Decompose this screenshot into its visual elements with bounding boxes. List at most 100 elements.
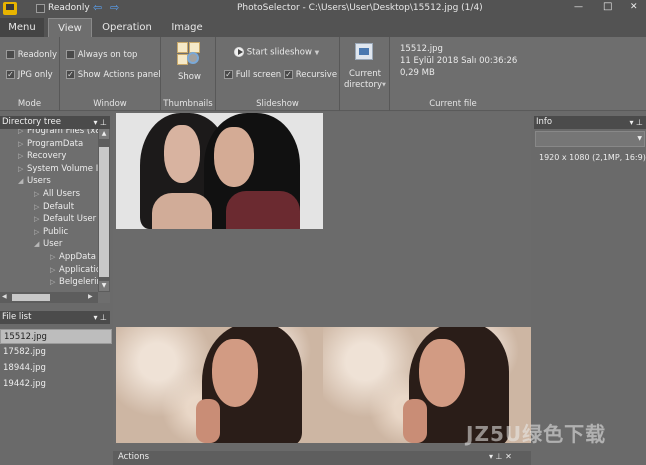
directory-tree-header: Directory tree ▾ ⊥: [0, 116, 110, 129]
tree-expand-arrow-icon[interactable]: ▷: [34, 213, 43, 225]
directory-tree-title: Directory tree: [2, 117, 61, 127]
tree-item[interactable]: ▷ Default User: [34, 213, 96, 225]
readonly-option[interactable]: Readonly: [6, 50, 57, 60]
info-panel: ▼ 1920 x 1080 (2,1MP, 16:9): [534, 129, 646, 465]
tree-expand-arrow-icon[interactable]: ▷: [18, 163, 27, 175]
tree-expand-arrow-icon[interactable]: ▷: [18, 129, 27, 137]
full-screen-option[interactable]: Full screen: [224, 70, 281, 80]
jpg-only-option[interactable]: JPG only: [6, 70, 53, 80]
list-item[interactable]: 19442.jpg: [0, 377, 112, 392]
directory-tree[interactable]: ▷ Program Files (x86) ▷ ProgramData ▷ Recover…: [0, 129, 110, 303]
watermark: JZ5U绿色下载: [466, 422, 607, 446]
tree-item-label: Default User: [43, 214, 97, 225]
close-button[interactable]: ✕: [630, 2, 638, 12]
tree-item[interactable]: ▷System Volume Information: [18, 163, 110, 175]
tree-expand-arrow-icon[interactable]: ▷: [34, 188, 43, 200]
panel-menu-pin-icon[interactable]: ▾ ⊥: [93, 116, 107, 129]
horizontal-scroll-thumb[interactable]: [12, 294, 50, 301]
tree-expand-arrow-icon[interactable]: ▷: [18, 150, 27, 162]
tree-item-label: AppData: [59, 252, 96, 262]
tree-item-label: All Users: [43, 189, 81, 199]
readonly-option-checkbox[interactable]: [6, 50, 15, 59]
window-group: Always on top Show Actions panel Window: [60, 37, 161, 111]
thumbnail-image[interactable]: [116, 327, 323, 443]
info-select[interactable]: ▼: [535, 131, 645, 147]
recursive-option[interactable]: Recursive: [284, 70, 337, 80]
tree-item[interactable]: ▷ Recovery: [18, 150, 66, 162]
tree-expand-arrow-icon[interactable]: ▷: [50, 264, 59, 276]
tree-item[interactable]: ▷ Public: [34, 226, 68, 238]
info-pin-icon[interactable]: ▾ ⊥: [629, 116, 643, 129]
scroll-left-icon[interactable]: ◀: [2, 293, 7, 300]
tree-item[interactable]: ▷ Program Files (x86): [18, 129, 109, 137]
minimize-button[interactable]: —: [574, 2, 583, 12]
always-on-top-checkbox[interactable]: [66, 50, 75, 59]
tree-item[interactable]: ◢ Users: [18, 175, 51, 187]
list-item[interactable]: 18944.jpg: [0, 361, 112, 376]
tree-item-label: Default: [43, 201, 75, 212]
thumbnails-group: Show Thumbnails: [161, 37, 216, 111]
list-item[interactable]: 15512.jpg: [0, 329, 112, 344]
tree-expand-arrow-icon[interactable]: ▷: [34, 201, 43, 213]
always-on-top-option[interactable]: Always on top: [66, 50, 137, 60]
tree-item[interactable]: ▷ ProgramData: [18, 138, 83, 150]
scroll-up-icon[interactable]: ▲: [99, 129, 109, 139]
ribbon: Readonly JPG only Mode Always on top Sho…: [0, 37, 646, 111]
tab-image[interactable]: Image: [162, 18, 212, 37]
slideshow-group-label: Slideshow: [256, 99, 299, 109]
full-screen-label: Full screen: [235, 70, 282, 80]
current-directory-group[interactable]: Current directory ▼: [340, 37, 390, 111]
jpg-only-checkbox[interactable]: [6, 70, 15, 79]
folder-image-icon: [355, 43, 373, 60]
show-actions-option[interactable]: Show Actions panel: [66, 70, 161, 80]
tree-item[interactable]: ▷ All Users: [34, 188, 80, 200]
tab-operation[interactable]: Operation: [96, 18, 158, 37]
start-slideshow-button[interactable]: Start slideshow ▼: [234, 47, 319, 58]
maximize-button[interactable]: □: [603, 1, 612, 12]
tree-item-label: ProgramData: [27, 138, 84, 149]
tree-vertical-scrollbar[interactable]: ▲ ▼: [98, 129, 110, 292]
file-list-pin-icon[interactable]: ▾ ⊥: [93, 311, 107, 324]
forward-arrow-icon[interactable]: ⇨: [110, 1, 119, 14]
file-size: 0,29 MB: [400, 68, 435, 78]
scroll-right-icon[interactable]: ▶: [88, 293, 93, 300]
tree-horizontal-scrollbar[interactable]: ◀ ▶: [0, 292, 98, 303]
actions-pin-icon[interactable]: ▾ ⊥ ✕: [489, 452, 512, 461]
tree-item[interactable]: ▷ AppData: [50, 251, 96, 263]
tab-view[interactable]: View: [48, 18, 92, 37]
show-actions-checkbox[interactable]: [66, 70, 75, 79]
actions-title: Actions: [118, 452, 150, 462]
thumbnails-show-icon[interactable]: [177, 42, 201, 66]
thumbnails-show-button[interactable]: Show: [178, 72, 201, 82]
file-name: 15512.jpg: [400, 44, 443, 54]
tree-item-label: Users: [27, 176, 51, 187]
list-item[interactable]: 17582.jpg: [0, 345, 112, 360]
scroll-down-icon[interactable]: ▼: [99, 281, 109, 291]
tree-expand-arrow-icon[interactable]: ◢: [34, 238, 43, 250]
tree-expand-arrow-icon[interactable]: ▷: [50, 276, 59, 288]
tab-menu[interactable]: Menu: [0, 18, 44, 37]
app-icon: [3, 2, 17, 15]
title-bar: Readonly ⇦ ⇨ PhotoSelector - C:\Users\Us…: [0, 0, 646, 18]
readonly-checkbox[interactable]: [36, 4, 45, 13]
file-list[interactable]: 15512.jpg 17582.jpg 18944.jpg 19442.jpg: [0, 325, 112, 465]
scroll-thumb[interactable]: [99, 147, 109, 277]
slideshow-group: Start slideshow ▼ Full screen Recursive …: [216, 37, 340, 111]
mode-group-label: Mode: [17, 99, 42, 109]
tree-item[interactable]: ▷ Default: [34, 201, 74, 213]
tree-item[interactable]: ▷ Belgelerim: [50, 276, 105, 288]
tree-expand-arrow-icon[interactable]: ◢: [18, 175, 27, 187]
tree-item-label: Public: [43, 226, 69, 237]
back-arrow-icon[interactable]: ⇦: [93, 1, 102, 14]
recursive-checkbox[interactable]: [284, 70, 293, 79]
info-select-chevron-icon: ▼: [637, 135, 642, 142]
readonly-label: Readonly: [48, 3, 90, 13]
info-title: Info: [536, 117, 553, 127]
thumbnail-image[interactable]: [116, 113, 323, 229]
full-screen-checkbox[interactable]: [224, 70, 233, 79]
tree-expand-arrow-icon[interactable]: ▷: [18, 138, 27, 150]
tree-expand-arrow-icon[interactable]: ▷: [50, 251, 59, 263]
ribbon-tabs: Menu View Operation Image: [0, 18, 646, 37]
tree-item[interactable]: ◢ User: [34, 238, 62, 250]
tree-expand-arrow-icon[interactable]: ▷: [34, 226, 43, 238]
